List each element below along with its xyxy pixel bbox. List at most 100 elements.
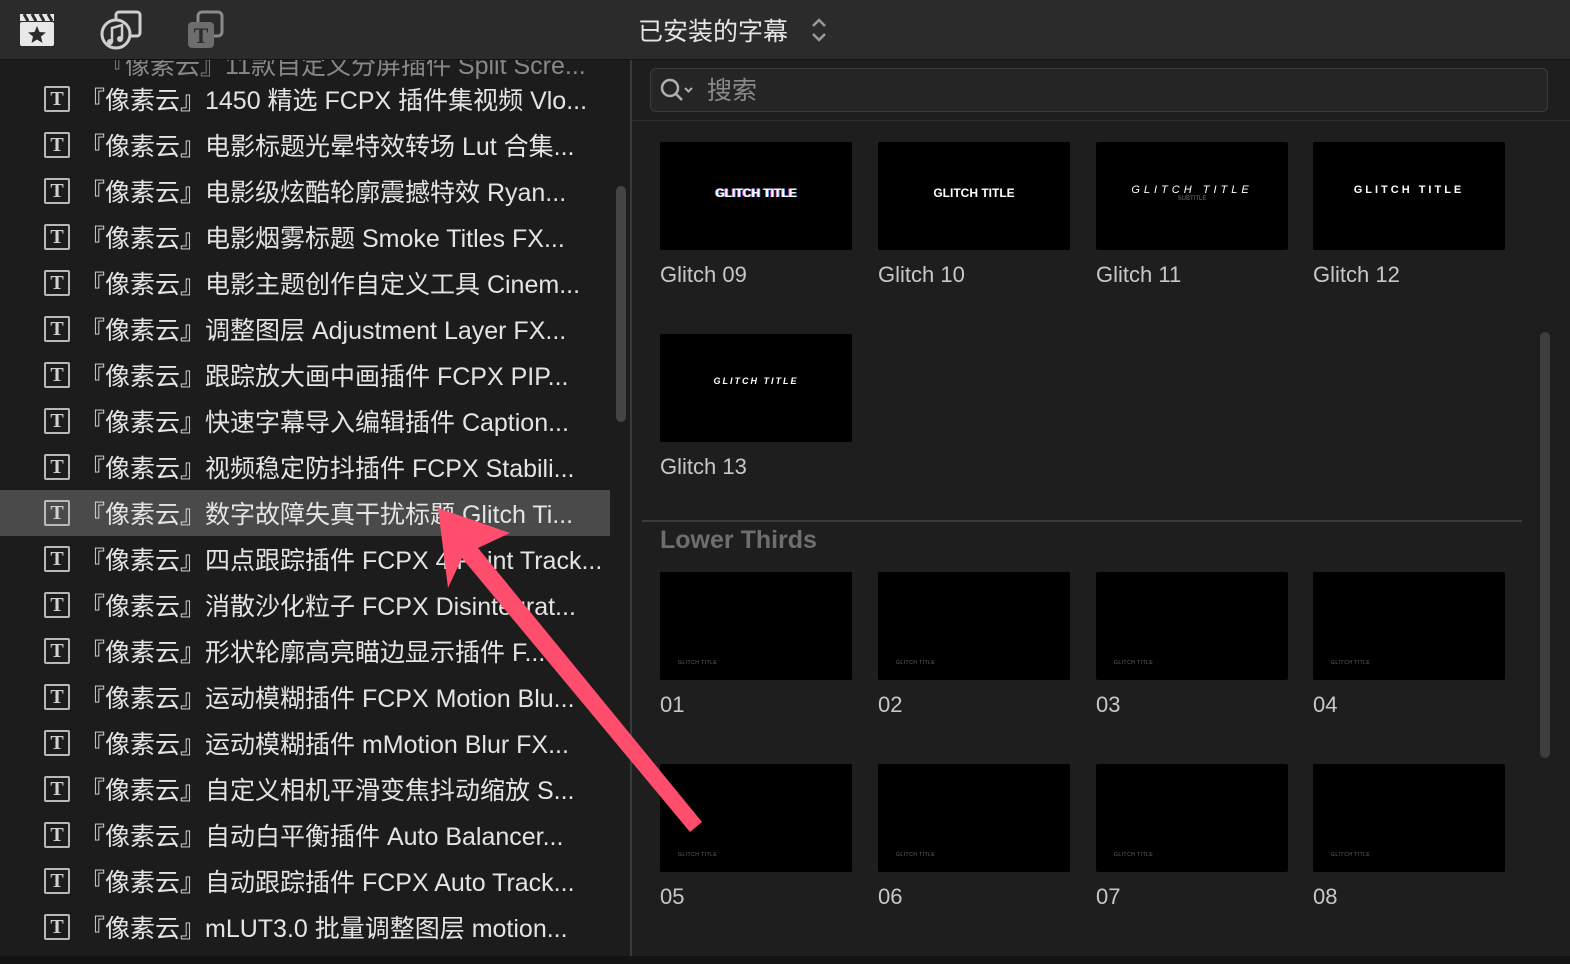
sidebar-item[interactable]: T 『像素云』自定义相机平滑变焦抖动缩放 S... (0, 766, 610, 812)
music-photo-icon[interactable] (100, 10, 144, 50)
sidebar-item-label: 『像素云』运动模糊插件 mMotion Blur FX... (80, 731, 569, 759)
thumbnail-title-text: GLITCH TITLE (1353, 184, 1465, 196)
thumbnail-label[interactable]: Glitch 12 (1313, 262, 1400, 288)
section-divider (642, 520, 1522, 522)
thumbnail-label[interactable]: 07 (1096, 884, 1120, 910)
title-t-icon: T (44, 592, 70, 618)
title-t-icon: T (44, 270, 70, 296)
title-thumbnail[interactable]: GLITCH TITLE (1096, 764, 1288, 872)
browser-scrollbar[interactable] (1540, 332, 1550, 758)
title-t-icon: T (44, 316, 70, 342)
thumbnail-label[interactable]: Glitch 10 (878, 262, 965, 288)
section-title-lower-thirds: Lower Thirds (660, 526, 817, 554)
sidebar-item[interactable]: T 『像素云』四点跟踪插件 FCPX 4 Point Track... (0, 536, 610, 582)
thumbnail-caption: GLITCH TITLE (678, 660, 718, 666)
sidebar-item[interactable]: T 『像素云』自动白平衡插件 Auto Balancer... (0, 812, 610, 858)
title-thumbnail[interactable]: GLITCH TITLE (660, 142, 852, 250)
top-toolbar: T 已安装的字幕 (0, 0, 1570, 60)
sidebar-item[interactable]: T 『像素云』快速字幕导入编辑插件 Caption... (0, 398, 610, 444)
title-thumbnail[interactable]: GLITCH TITLE (878, 142, 1070, 250)
title-thumbnail[interactable]: GLITCH TITLE (660, 764, 852, 872)
thumbnail-label[interactable]: 03 (1096, 692, 1120, 718)
title-thumbnail[interactable]: GLITCH TITLE SUBTITLE (1096, 142, 1288, 250)
title-thumbnail[interactable]: GLITCH TITLE (660, 334, 852, 442)
sidebar-item-label: 『像素云』视频稳定防抖插件 FCPX Stabili... (80, 455, 575, 483)
thumbnail-label[interactable]: Glitch 11 (1096, 262, 1181, 288)
thumbnail-caption: GLITCH TITLE (678, 852, 718, 858)
thumbnail-label[interactable]: 05 (660, 884, 684, 910)
sidebar-item[interactable]: T 『像素云』运动模糊插件 FCPX Motion Blu... (0, 674, 610, 720)
title-thumbnail[interactable]: GLITCH TITLE (878, 764, 1070, 872)
thumbnail-caption: GLITCH TITLE (896, 852, 936, 858)
thumbnail-label[interactable]: 04 (1313, 692, 1337, 718)
title-t-icon: T (44, 914, 70, 940)
thumbnail-label[interactable]: 02 (878, 692, 902, 718)
bottom-strip (0, 956, 1570, 964)
thumbnail-caption: GLITCH TITLE (1331, 852, 1371, 858)
title-thumbnail[interactable]: GLITCH TITLE (1313, 572, 1505, 680)
title-t-icon: T (44, 730, 70, 756)
sidebar-item-label: 『像素云』自动跟踪插件 FCPX Auto Track... (80, 869, 575, 897)
sidebar-item[interactable]: T 『像素云』调整图层 Adjustment Layer FX... (0, 306, 610, 352)
titles-icon[interactable]: T (184, 10, 228, 50)
thumbnail-caption: GLITCH TITLE (1114, 852, 1154, 858)
title-t-icon: T (44, 454, 70, 480)
library-title[interactable]: 已安装的字幕 (638, 12, 788, 48)
title-thumbnail[interactable]: GLITCH TITLE (878, 572, 1070, 680)
sidebar-item-label: 『像素云』mLUT3.0 批量调整图层 motion... (80, 915, 568, 943)
thumbnail-label[interactable]: Glitch 09 (660, 262, 747, 288)
browser-panel: GLITCH TITLE Glitch 09 GLITCH TITLE Glitch … (632, 60, 1570, 964)
sidebar-item-label: 『像素云』跟踪放大画中画插件 FCPX PIP... (80, 363, 569, 391)
thumbnail-label[interactable]: 08 (1313, 884, 1337, 910)
title-t-icon: T (44, 776, 70, 802)
title-thumbnail[interactable]: GLITCH TITLE (1096, 572, 1288, 680)
title-t-icon: T (44, 408, 70, 434)
title-t-icon: T (44, 638, 70, 664)
title-thumbnail[interactable]: GLITCH TITLE (660, 572, 852, 680)
title-t-icon: T (44, 132, 70, 158)
sidebar-item[interactable]: T 『像素云』跟踪放大画中画插件 FCPX PIP... (0, 352, 610, 398)
search-icon[interactable] (659, 77, 695, 105)
sidebar-item[interactable]: T 『像素云』自动跟踪插件 FCPX Auto Track... (0, 858, 610, 904)
sidebar-item-label: 『像素云』电影主题创作自定义工具 Cinem... (80, 271, 581, 299)
sidebar-item[interactable]: T 『像素云』电影主题创作自定义工具 Cinem... (0, 260, 610, 306)
sidebar: 『像素云』11款自定义分屏插件 Split Scre... T 『像素云』1450… (0, 60, 632, 964)
sidebar-item-label: 『像素云』消散沙化粒子 FCPX Disintegrat... (80, 593, 576, 621)
search-bar[interactable] (650, 68, 1548, 113)
sidebar-item-label: 『像素云』调整图层 Adjustment Layer FX... (80, 317, 567, 345)
sidebar-item[interactable]: T 『像素云』电影级炫酷轮廓震撼特效 Ryan... (0, 168, 610, 214)
thumbnail-title-text: GLITCH TITLE (1131, 184, 1253, 196)
sidebar-item-label: 『像素云』电影级炫酷轮廓震撼特效 Ryan... (80, 179, 567, 207)
thumbnail-title-text: GLITCH TITLE (933, 186, 1015, 200)
title-thumbnail[interactable]: GLITCH TITLE (1313, 764, 1505, 872)
search-input[interactable] (705, 69, 1529, 113)
sidebar-item-label: 『像素云』快速字幕导入编辑插件 Caption... (80, 409, 569, 437)
chevron-updown-icon[interactable] (808, 15, 830, 45)
sidebar-item[interactable]: T 『像素云』消散沙化粒子 FCPX Disintegrat... (0, 582, 610, 628)
title-thumbnail[interactable]: GLITCH TITLE (1313, 142, 1505, 250)
title-t-icon: T (44, 224, 70, 250)
sidebar-item[interactable]: T 『像素云』mLUT3.0 批量调整图层 motion... (0, 904, 610, 950)
sidebar-item-label: 『像素云』电影标题光晕特效转场 Lut 合集... (80, 133, 575, 161)
sidebar-item[interactable]: T 『像素云』形状轮廓高亮瞄边显示插件 F... (0, 628, 610, 674)
sidebar-item[interactable]: T 『像素云』数字故障失真干扰标题 Glitch Ti... (0, 490, 610, 536)
sidebar-item[interactable]: T 『像素云』电影烟雾标题 Smoke Titles FX... (0, 214, 610, 260)
clapper-star-icon[interactable] (16, 10, 60, 50)
thumbnail-label[interactable]: 01 (660, 692, 684, 718)
title-t-icon: T (44, 178, 70, 204)
svg-text:T: T (194, 23, 209, 48)
thumbnail-label[interactable]: Glitch 13 (660, 454, 747, 480)
sidebar-item-label: 『像素云』电影烟雾标题 Smoke Titles FX... (80, 225, 565, 253)
title-t-icon: T (44, 86, 70, 112)
sidebar-scrollbar[interactable] (616, 186, 626, 422)
sidebar-item[interactable]: T 『像素云』视频稳定防抖插件 FCPX Stabili... (0, 444, 610, 490)
sidebar-item[interactable]: T 『像素云』电影标题光晕特效转场 Lut 合集... (0, 122, 610, 168)
thumbnail-subtitle-text: SUBTITLE (1177, 196, 1207, 202)
sidebar-item[interactable]: T 『像素云』1450 精选 FCPX 插件集视频 Vlo... (0, 76, 610, 122)
thumbnail-caption: GLITCH TITLE (1114, 660, 1154, 666)
title-t-icon: T (44, 684, 70, 710)
sidebar-item[interactable]: T 『像素云』运动模糊插件 mMotion Blur FX... (0, 720, 610, 766)
thumbnail-caption: GLITCH TITLE (896, 660, 936, 666)
sidebar-item-label: 『像素云』1450 精选 FCPX 插件集视频 Vlo... (80, 87, 588, 115)
thumbnail-label[interactable]: 06 (878, 884, 902, 910)
